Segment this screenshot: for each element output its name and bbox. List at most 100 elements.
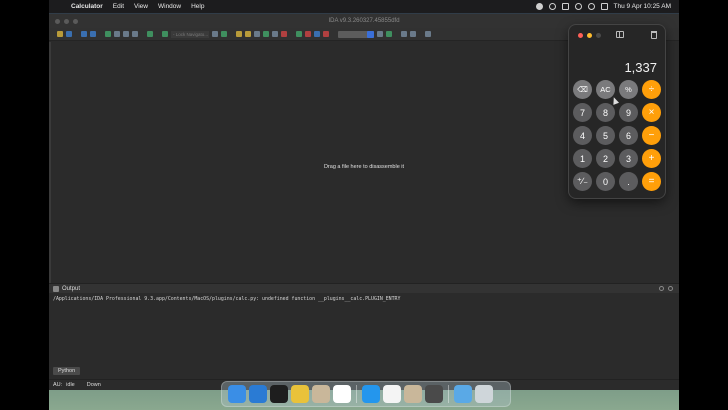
patch-icon[interactable] [281, 31, 287, 37]
desktop: Calculator Edit View Window Help Thu 9 A… [49, 0, 679, 410]
functions-icon[interactable] [114, 31, 120, 37]
au-status: idle [66, 382, 75, 388]
search-icon[interactable] [587, 3, 595, 10]
wifi-icon[interactable] [574, 3, 582, 10]
strings-icon[interactable] [132, 31, 138, 37]
step-icon[interactable] [314, 31, 320, 37]
ida-icon[interactable] [312, 385, 330, 403]
record-icon[interactable] [535, 3, 543, 10]
pause-icon[interactable] [305, 31, 311, 37]
calc-zoom-button[interactable] [596, 33, 601, 38]
open-icon[interactable] [57, 31, 63, 37]
percent-key[interactable]: % [619, 80, 638, 99]
digit-2-key[interactable]: 2 [596, 149, 615, 168]
output-title: Output [62, 285, 81, 292]
calc-close-button[interactable] [578, 33, 583, 38]
apple-menu-icon[interactable] [57, 3, 65, 11]
vscode-icon[interactable] [249, 385, 267, 403]
lock-navigator-field[interactable]: - Lock Navigato... [171, 30, 209, 38]
direction-status: Down [86, 382, 101, 388]
stop-icon[interactable] [323, 31, 329, 37]
debugger-options-icon[interactable] [377, 31, 383, 37]
dock-separator [356, 385, 357, 403]
output-close-icon[interactable] [668, 286, 673, 291]
output-console[interactable]: /Applications/IDA Professional 9.3.app/C… [49, 293, 679, 367]
hex-view-icon[interactable] [147, 31, 153, 37]
graph-icon[interactable] [425, 31, 431, 37]
dock [221, 381, 511, 407]
ida-icon-2[interactable] [404, 385, 422, 403]
calc-display: 1,337 [624, 60, 657, 75]
menu-bar: Calculator Edit View Window Help Thu 9 A… [49, 0, 679, 13]
layout-icon[interactable] [401, 31, 407, 37]
code-icon[interactable] [212, 31, 218, 37]
menu-edit[interactable]: Edit [113, 3, 124, 10]
sign-toggle-key[interactable]: ⁺∕₋ [573, 172, 592, 191]
control-center-icon[interactable] [600, 3, 608, 10]
output-panel-header: Output [49, 283, 679, 293]
status-menus: Thu 9 Apr 10:25 AM [535, 3, 671, 10]
dock-separator [448, 385, 449, 403]
digit-7-key[interactable]: 7 [573, 103, 592, 122]
multiply-key[interactable]: × [642, 103, 661, 122]
back-icon[interactable] [81, 31, 87, 37]
function-icon[interactable] [263, 31, 269, 37]
decimal-key[interactable]: . [619, 172, 638, 191]
digit-8-key[interactable]: 8 [596, 103, 615, 122]
cli-row: Python [49, 367, 679, 375]
playback-icon[interactable] [548, 3, 556, 10]
digit-3-key[interactable]: 3 [619, 149, 638, 168]
clear-history-icon[interactable] [651, 31, 657, 39]
digit-5-key[interactable]: 5 [596, 126, 615, 145]
struct-icon[interactable] [272, 31, 278, 37]
all-clear-key[interactable]: AC [596, 80, 615, 99]
calculator-icon[interactable] [425, 385, 443, 403]
output-options-icon[interactable] [659, 286, 664, 291]
menu-view[interactable]: View [134, 3, 148, 10]
digit-1-key[interactable]: 1 [573, 149, 592, 168]
windows-icon[interactable] [410, 31, 416, 37]
segments-icon[interactable] [105, 31, 111, 37]
menu-clock[interactable]: Thu 9 Apr 10:25 AM [614, 3, 671, 10]
sidebar-toggle-icon[interactable] [616, 31, 624, 38]
output-line: /Applications/IDA Professional 9.3.app/C… [53, 296, 401, 302]
calculator-window: 1,337 ⌫ AC% ÷ 7 8 9 × 4 5 6− 1 2 3 + ⁺∕₋ 0. = [569, 25, 665, 198]
attach-icon[interactable] [386, 31, 392, 37]
docker-icon[interactable] [362, 385, 380, 403]
trash-icon[interactable] [475, 385, 493, 403]
names-icon[interactable] [123, 31, 129, 37]
backspace-key[interactable]: ⌫ [573, 80, 592, 99]
menu-app-name[interactable]: Calculator [71, 3, 103, 10]
add-key[interactable]: + [642, 149, 661, 168]
au-label: AU: [53, 382, 63, 388]
string-icon[interactable] [236, 31, 242, 37]
python-cli-button[interactable]: Python [53, 367, 81, 375]
digit-0-key[interactable]: 0 [596, 172, 615, 191]
subtract-key[interactable]: − [642, 126, 661, 145]
finder-icon[interactable] [228, 385, 246, 403]
calc-minimize-button[interactable] [587, 33, 592, 38]
window-title: IDA v9.3.260327.45855dfd [328, 18, 400, 24]
battery-icon[interactable] [561, 3, 569, 10]
menu-window[interactable]: Window [158, 3, 181, 10]
digit-4-key[interactable]: 4 [573, 126, 592, 145]
debugger-select[interactable] [338, 30, 374, 38]
output-icon [53, 285, 59, 292]
undefine-icon[interactable] [254, 31, 260, 37]
chrome-icon[interactable] [291, 385, 309, 403]
equals-key[interactable]: = [642, 172, 661, 191]
digit-6-key[interactable]: 6 [619, 126, 638, 145]
data-icon[interactable] [221, 31, 227, 37]
array-icon[interactable] [245, 31, 251, 37]
slack-icon[interactable] [333, 385, 351, 403]
downloads-folder-icon[interactable] [454, 385, 472, 403]
terminal-icon[interactable] [270, 385, 288, 403]
digit-9-key[interactable]: 9 [619, 103, 638, 122]
menu-help[interactable]: Help [191, 3, 204, 10]
reminders-icon[interactable] [383, 385, 401, 403]
save-icon[interactable] [66, 31, 72, 37]
forward-icon[interactable] [90, 31, 96, 37]
run-icon[interactable] [296, 31, 302, 37]
navigator-icon[interactable] [162, 31, 168, 37]
divide-key[interactable]: ÷ [642, 80, 661, 99]
